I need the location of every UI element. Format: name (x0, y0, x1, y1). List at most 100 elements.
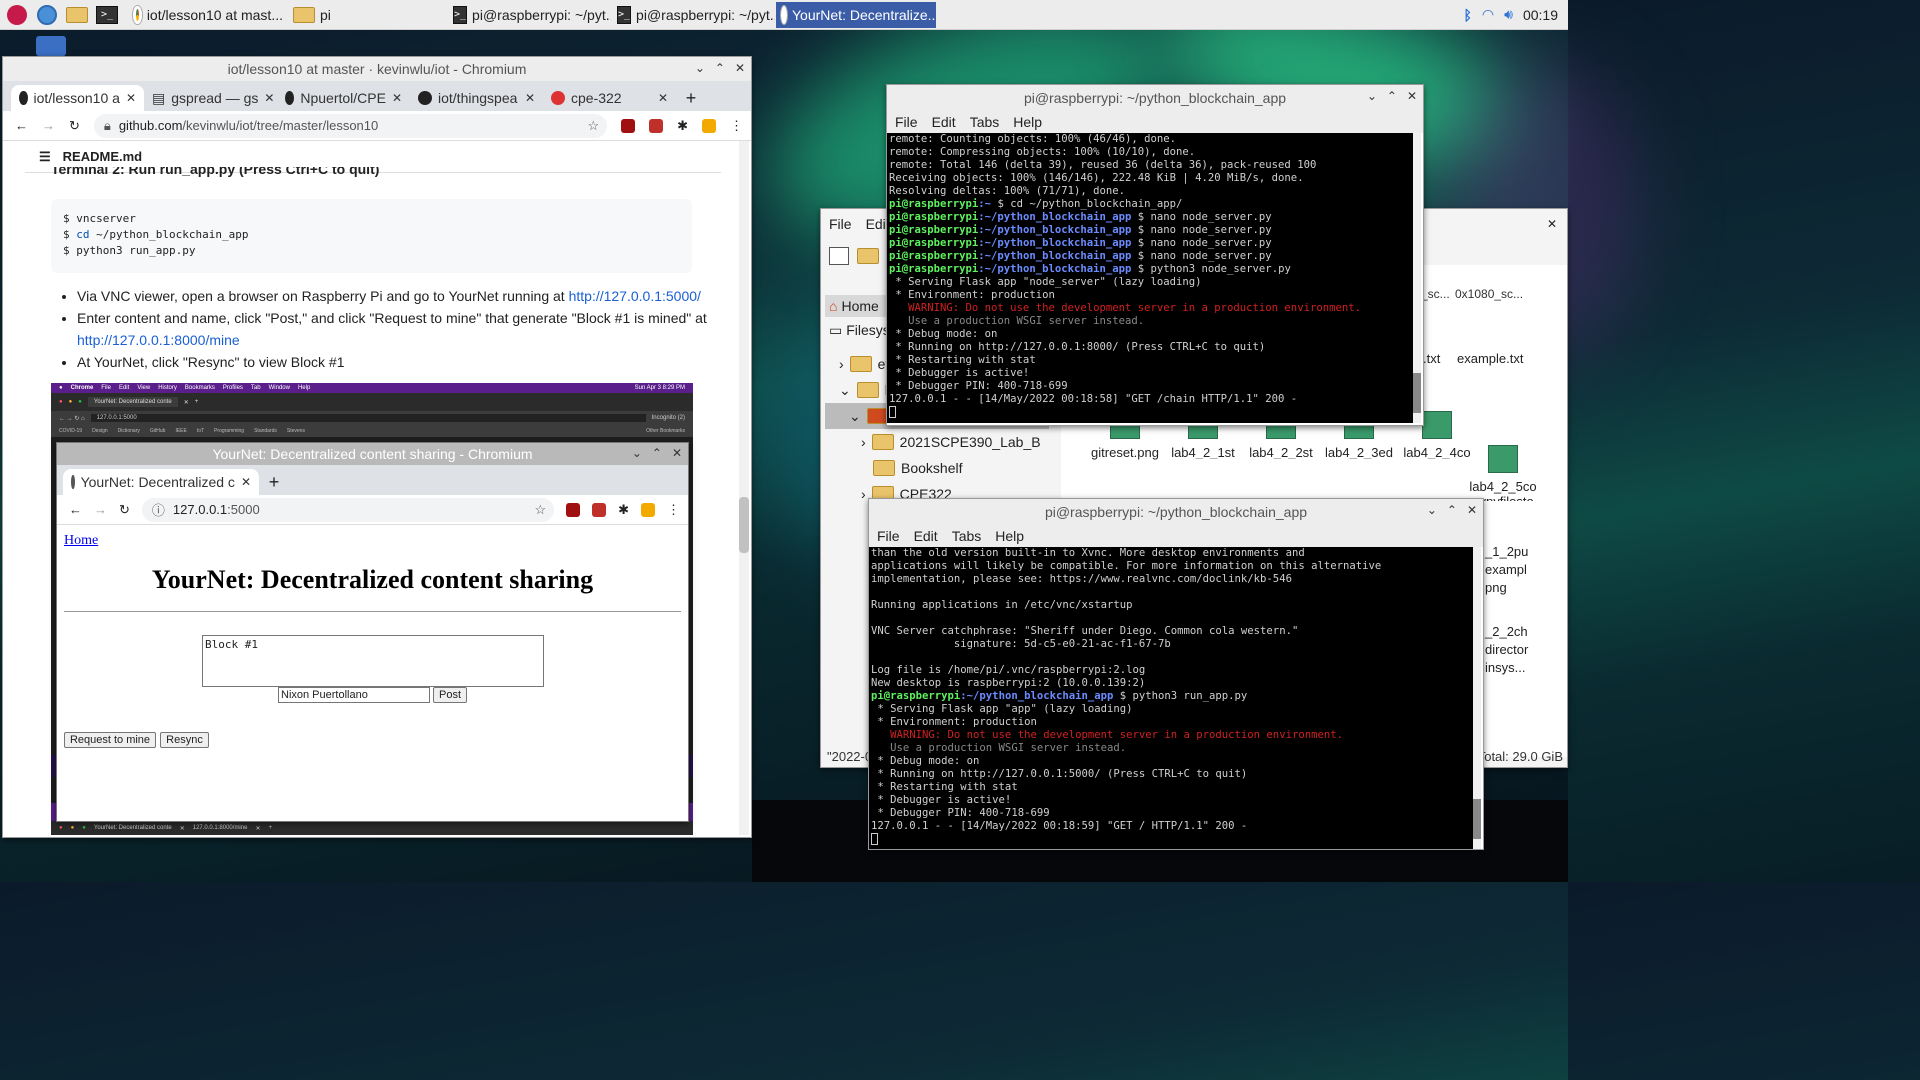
menu-file[interactable]: File (895, 114, 918, 130)
browser-launcher-icon[interactable] (34, 2, 60, 28)
menu-tabs[interactable]: Tabs (970, 114, 1000, 130)
ublock-icon[interactable] (592, 502, 607, 517)
file-label[interactable]: example.txt (1457, 351, 1523, 366)
address-bar[interactable]: ⓘ 127.0.0.1:5000 ☆ (141, 497, 555, 522)
reload-icon[interactable]: ↻ (119, 502, 130, 518)
new-tab-button[interactable]: + (259, 469, 289, 495)
file-label[interactable]: .txt (1423, 351, 1440, 366)
back-icon[interactable]: ← (15, 118, 28, 133)
back-icon[interactable]: ← (69, 502, 82, 517)
forward-icon[interactable]: → (94, 502, 107, 517)
folder-icon[interactable] (857, 248, 879, 264)
extensions-puzzle-icon[interactable]: ✱ (677, 118, 688, 134)
file-manager-launcher-icon[interactable] (64, 2, 90, 28)
profile-avatar-icon[interactable] (702, 118, 716, 133)
tree-item[interactable]: Bookshelf (825, 455, 1049, 481)
new-window-icon[interactable] (829, 247, 849, 265)
terminal-output[interactable]: than the old version built-in to Xvnc. M… (869, 547, 1473, 849)
wifi-icon[interactable]: ◠ (1482, 6, 1494, 23)
minimize-icon[interactable]: ⌄ (1427, 503, 1437, 517)
reload-icon[interactable]: ↻ (69, 118, 80, 134)
close-tab-icon[interactable]: ✕ (658, 91, 668, 105)
new-tab-button[interactable]: + (676, 85, 706, 111)
content-textarea[interactable]: Block #1 (202, 635, 544, 687)
minimize-icon[interactable]: ⌄ (1367, 89, 1377, 103)
taskbar-task-chromium-iot[interactable]: iot/lesson10 at mast... (128, 2, 288, 28)
tab-gspread[interactable]: ▤ gspread — gs ✕ (144, 85, 277, 111)
file-label[interactable]: _sc... (1421, 287, 1450, 301)
close-icon[interactable]: ✕ (735, 61, 745, 75)
menu-tabs[interactable]: Tabs (952, 528, 982, 544)
profile-avatar-icon[interactable] (641, 502, 655, 517)
close-tab-icon[interactable]: ✕ (241, 475, 251, 489)
forward-icon[interactable]: → (42, 118, 55, 133)
page-scrollbar[interactable] (739, 141, 749, 835)
menu-edit[interactable]: Edit (914, 528, 938, 544)
github-icon (418, 91, 432, 105)
tab-thingspeak[interactable]: iot/thingspea ✕ (410, 85, 543, 111)
list-icon[interactable]: ☰ (39, 149, 51, 165)
extension-icon[interactable] (621, 118, 636, 133)
menu-kebab-icon[interactable]: ⋮ (667, 502, 680, 518)
bluetooth-icon[interactable]: ᛒ (1464, 7, 1472, 23)
bookmark-star-icon[interactable]: ☆ (587, 118, 599, 134)
terminal-line: * Debugger PIN: 400-718-699 (889, 380, 1068, 392)
maximize-icon[interactable]: ⌃ (1387, 89, 1397, 103)
terminal-scrollbar[interactable] (1473, 547, 1481, 849)
request-to-mine-button[interactable]: Request to mine (64, 732, 156, 748)
sidebar-item-home[interactable]: ⌂ Home (825, 295, 889, 317)
ublock-icon[interactable] (649, 118, 664, 133)
taskbar-task-pi-folder[interactable]: pi (288, 2, 448, 28)
close-icon[interactable]: ✕ (1407, 89, 1417, 103)
file-label[interactable]: 0x1080_sc... (1455, 287, 1523, 301)
tab-cpe-322[interactable]: cpe-322 ✕ (543, 85, 676, 111)
instruction-list: Via VNC viewer, open a browser on Raspbe… (77, 285, 707, 373)
sidebar-item-filesystem[interactable]: ▭ Filesys (825, 317, 890, 343)
terminal-line: Use a production WSGI server instead. (889, 315, 1145, 327)
clock[interactable]: 00:19 (1523, 7, 1558, 23)
minimize-icon[interactable]: ⌄ (632, 446, 642, 460)
tree-item[interactable]: › 2021SCPE390_Lab_B (825, 429, 1049, 455)
volume-icon[interactable]: 🔊︎ (1504, 6, 1513, 23)
maximize-icon[interactable]: ⌃ (652, 446, 662, 460)
terminal-scrollbar[interactable] (1413, 133, 1421, 423)
terminal-launcher-icon[interactable]: >_ (94, 2, 120, 28)
close-tab-icon[interactable]: ✕ (525, 91, 535, 105)
author-input[interactable]: Nixon Puertollano (278, 687, 430, 703)
terminal-output[interactable]: remote: Counting objects: 100% (46/46), … (887, 133, 1413, 423)
extension-icon[interactable] (566, 502, 581, 517)
close-tab-icon[interactable]: ✕ (264, 91, 274, 105)
close-icon[interactable]: ✕ (1547, 217, 1557, 231)
menu-help[interactable]: Help (1013, 114, 1042, 130)
raspberry-menu-icon[interactable] (4, 2, 30, 28)
home-link[interactable]: Home (64, 533, 98, 549)
menu-file[interactable]: File (877, 528, 900, 544)
close-tab-icon[interactable]: ✕ (392, 91, 402, 105)
taskbar-task-terminal-1[interactable]: >_ pi@raspberrypi: ~/pyt... (448, 2, 612, 28)
file-item[interactable]: lab4_2_5copypyfilestomyapp.png (1467, 445, 1539, 501)
bookmark-star-icon[interactable]: ☆ (534, 502, 546, 518)
close-icon[interactable]: ✕ (672, 446, 682, 460)
taskbar-task-yournet[interactable]: YourNet: Decentralize... (776, 1, 936, 28)
tab-iot-lesson10[interactable]: iot/lesson10 a ✕ (11, 85, 144, 111)
address-bar[interactable]: 🔒︎ github.com/kevinwlu/iot/tree/master/l… (93, 113, 608, 138)
menu-kebab-icon[interactable]: ⋮ (730, 118, 743, 134)
link-5000[interactable]: http://127.0.0.1:5000/ (569, 288, 701, 304)
extensions-puzzle-icon[interactable]: ✱ (618, 502, 629, 518)
link-8000-mine[interactable]: http://127.0.0.1:8000/mine (77, 332, 240, 348)
menu-help[interactable]: Help (995, 528, 1024, 544)
maximize-icon[interactable]: ⌃ (1447, 503, 1457, 517)
trash-icon[interactable] (36, 36, 66, 56)
taskbar-task-terminal-2[interactable]: >_ pi@raspberrypi: ~/pyt... (612, 2, 776, 28)
menu-file[interactable]: File (829, 216, 852, 232)
tab-yournet[interactable]: YourNet: Decentralized c ✕ (63, 469, 259, 495)
resync-button[interactable]: Resync (160, 732, 209, 748)
post-button[interactable]: Post (433, 687, 467, 703)
close-tab-icon[interactable]: ✕ (126, 91, 136, 105)
maximize-icon[interactable]: ⌃ (715, 61, 725, 75)
menu-edit[interactable]: Edit (932, 114, 956, 130)
terminal-line: signature: 5d-c5-e0-21-ac-f1-67-7b (871, 638, 1171, 650)
minimize-icon[interactable]: ⌄ (695, 61, 705, 75)
tab-npuertol-cpe[interactable]: Npuertol/CPE ✕ (277, 85, 410, 111)
close-icon[interactable]: ✕ (1467, 503, 1477, 517)
